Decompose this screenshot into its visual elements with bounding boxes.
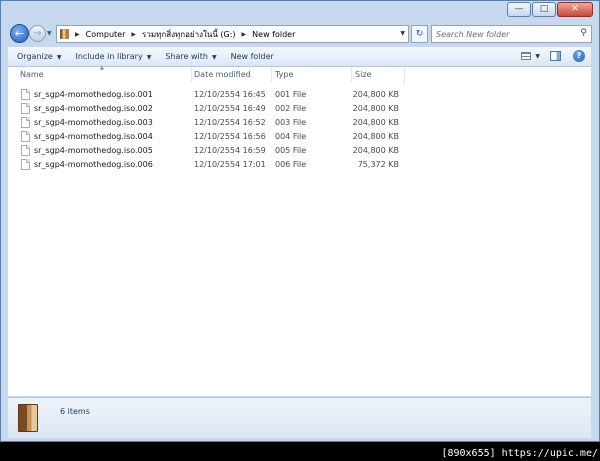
address-dropdown-icon[interactable]: ▼ [400,30,405,37]
breadcrumb-computer[interactable]: Computer [86,30,126,39]
file-list: ▲ Name Date modified Type Size sr_sgp4-m… [8,65,591,396]
chevron-right-icon[interactable]: ▶ [131,31,136,38]
file-size: 204,800 KB [352,118,399,127]
include-in-library-label: Include in library [75,52,143,61]
minimize-button[interactable]: — [507,2,531,17]
file-name: sr_sgp4-momothedog.iso.006 [34,160,153,169]
file-row[interactable]: sr_sgp4-momothedog.iso.001 12/10/2554 16… [8,88,408,102]
column-divider[interactable] [404,67,405,83]
file-date: 12/10/2554 16:52 [194,118,266,127]
file-size: 204,800 KB [352,146,399,155]
new-folder-button[interactable]: New folder [231,52,274,61]
file-name: sr_sgp4-momothedog.iso.004 [34,132,153,141]
sort-ascending-icon: ▲ [100,65,104,71]
file-date: 12/10/2554 16:45 [194,90,266,99]
organize-label: Organize [17,52,53,61]
file-name: sr_sgp4-momothedog.iso.002 [34,104,153,113]
explorer-window: — □ ✕ ← → ▼ ▶ Computer ▶ รวมทุกสิ่งทุกอย… [0,0,600,442]
file-type: 006 File [275,160,307,169]
search-icon[interactable]: ⚲ [580,28,587,38]
file-icon [21,103,30,114]
caption-buttons: — □ ✕ [506,2,593,17]
chevron-down-icon: ▼ [211,54,217,61]
chevron-right-icon[interactable]: ▶ [75,31,80,38]
file-date: 12/10/2554 16:49 [194,104,266,113]
drive-icon [60,29,69,39]
history-dropdown-icon[interactable]: ▼ [47,30,52,37]
refresh-button[interactable]: ↻ [411,25,428,43]
share-with-button[interactable]: Share with ▼ [165,52,216,61]
file-size: 204,800 KB [352,104,399,113]
column-header-name[interactable]: Name [20,67,44,83]
search-input[interactable] [432,27,574,41]
preview-pane-icon[interactable] [550,51,561,61]
file-name: sr_sgp4-momothedog.iso.005 [34,146,153,155]
file-type: 005 File [275,146,307,155]
file-icon [21,131,30,142]
organize-button[interactable]: Organize ▼ [17,52,61,61]
forward-button[interactable]: → [29,25,46,42]
title-bar: — □ ✕ [1,1,599,21]
file-icon [21,89,30,100]
file-row[interactable]: sr_sgp4-momothedog.iso.004 12/10/2554 16… [8,130,408,144]
close-button[interactable]: ✕ [557,2,593,17]
view-controls: ▼ ? [521,50,585,62]
file-name: sr_sgp4-momothedog.iso.003 [34,118,153,127]
file-type: 002 File [275,104,307,113]
include-in-library-button[interactable]: Include in library ▼ [75,52,151,61]
file-date: 12/10/2554 17:01 [194,160,266,169]
item-count: 6 items [60,407,90,416]
breadcrumb-drive[interactable]: รวมทุกสิ่งทุกอย่างในนี้ (G:) [142,28,236,41]
file-type: 004 File [275,132,307,141]
file-type: 001 File [275,90,307,99]
column-divider[interactable] [191,67,192,83]
file-icon [21,145,30,156]
help-icon[interactable]: ? [573,50,585,62]
back-button[interactable]: ← [10,24,29,43]
column-divider[interactable] [271,67,272,83]
details-pane: 6 items [8,397,591,438]
column-divider[interactable] [351,67,352,83]
column-header-type[interactable]: Type [275,67,293,83]
file-size: 75,372 KB [357,160,399,169]
file-date: 12/10/2554 16:59 [194,146,266,155]
breadcrumb-folder[interactable]: New folder [252,30,295,39]
file-name: sr_sgp4-momothedog.iso.001 [34,90,153,99]
file-date: 12/10/2554 16:56 [194,132,266,141]
change-view-icon[interactable] [521,52,532,60]
file-icon [21,159,30,170]
share-with-label: Share with [165,52,208,61]
drive-icon [18,404,38,432]
file-size: 204,800 KB [352,90,399,99]
chevron-right-icon[interactable]: ▶ [242,31,247,38]
file-icon [21,117,30,128]
file-type: 003 File [275,118,307,127]
file-row[interactable]: sr_sgp4-momothedog.iso.006 12/10/2554 17… [8,158,408,172]
chevron-down-icon: ▼ [146,54,152,61]
column-header-size[interactable]: Size [355,67,371,83]
watermark: [890x655] https://upic.me/ [441,448,598,459]
maximize-button[interactable]: □ [532,2,556,17]
column-header-date-modified[interactable]: Date modified [194,67,251,83]
file-row[interactable]: sr_sgp4-momothedog.iso.002 12/10/2554 16… [8,102,408,116]
file-row[interactable]: sr_sgp4-momothedog.iso.003 12/10/2554 16… [8,116,408,130]
chevron-down-icon: ▼ [56,54,62,61]
view-options-dropdown-icon[interactable]: ▼ [535,53,540,60]
navigation-bar: ← → ▼ ▶ Computer ▶ รวมทุกสิ่งทุกอย่างในน… [1,22,599,46]
address-bar[interactable]: ▶ Computer ▶ รวมทุกสิ่งทุกอย่างในนี้ (G:… [56,25,409,43]
file-size: 204,800 KB [352,132,399,141]
search-box: ⚲ [431,25,592,43]
file-row[interactable]: sr_sgp4-momothedog.iso.005 12/10/2554 16… [8,144,408,158]
command-bar: Organize ▼ Include in library ▼ Share with… [8,47,591,67]
